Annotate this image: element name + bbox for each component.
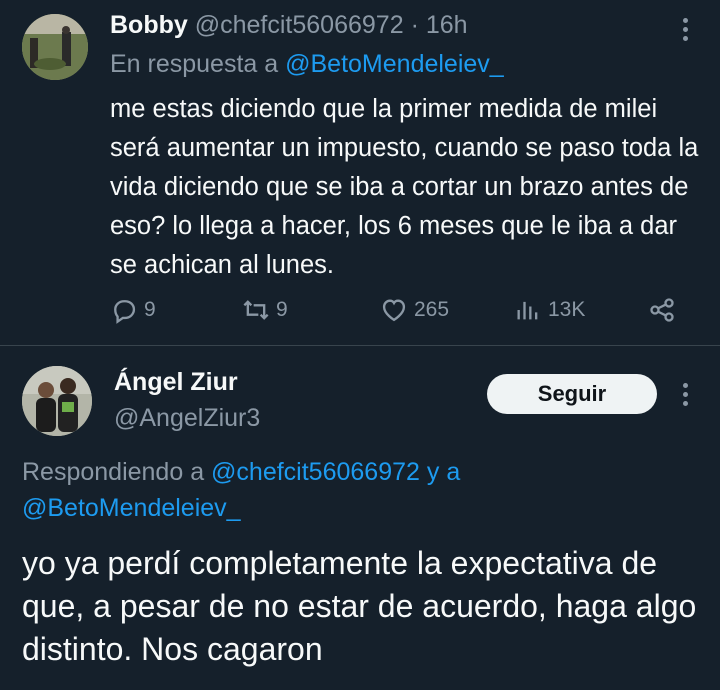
display-name[interactable]: Ángel Ziur	[114, 366, 238, 398]
handle[interactable]: @AngelZiur3	[114, 402, 260, 434]
tweet-header: Bobby @chefcit56066972 · 16h	[110, 10, 468, 40]
mention-link[interactable]: @chefcit56066972	[211, 458, 420, 486]
reply-count: 9	[144, 298, 156, 321]
follow-button[interactable]: Seguir	[487, 374, 657, 414]
views-button[interactable]: 13K	[514, 292, 585, 328]
timestamp[interactable]: 16h	[426, 11, 468, 39]
divider	[0, 345, 720, 346]
mention-link[interactable]: @BetoMendeleiev_	[22, 494, 241, 522]
tweet-text: yo ya perdí completamente la expectativa…	[22, 545, 697, 667]
avatar[interactable]	[22, 366, 92, 436]
like-icon	[382, 299, 406, 322]
reply-context: En respuesta a @BetoMendeleiev_	[110, 48, 504, 80]
separator: ·	[410, 11, 419, 39]
views-count: 13K	[548, 298, 586, 321]
display-name[interactable]: Bobby	[110, 11, 188, 39]
views-icon	[517, 301, 538, 320]
action-bar: 9 9 265 13K	[110, 292, 690, 328]
retweet-count: 9	[276, 298, 288, 321]
more-icon[interactable]	[683, 383, 689, 410]
reply-button[interactable]: 9	[110, 292, 156, 328]
like-button[interactable]: 265	[380, 292, 449, 328]
retweet-button[interactable]: 9	[242, 292, 288, 328]
retweet-icon	[243, 300, 269, 320]
reply-icon	[114, 300, 136, 324]
replying-prefix: Respondiendo a	[22, 458, 205, 486]
handle[interactable]: @chefcit56066972	[195, 11, 404, 39]
tweet-text: me estas diciendo que la primer medida d…	[110, 95, 699, 279]
reply-context: Respondiendo a @chefcit56066972 y a @Bet…	[22, 454, 702, 526]
like-count: 265	[414, 298, 450, 321]
reply-prefix: En respuesta a	[110, 50, 279, 78]
more-icon[interactable]	[683, 18, 689, 45]
avatar[interactable]	[22, 14, 88, 80]
replying-and[interactable]: y a	[427, 458, 460, 486]
share-button[interactable]	[648, 292, 676, 328]
share-icon	[650, 298, 674, 322]
mention-link[interactable]: @BetoMendeleiev_	[285, 50, 504, 78]
